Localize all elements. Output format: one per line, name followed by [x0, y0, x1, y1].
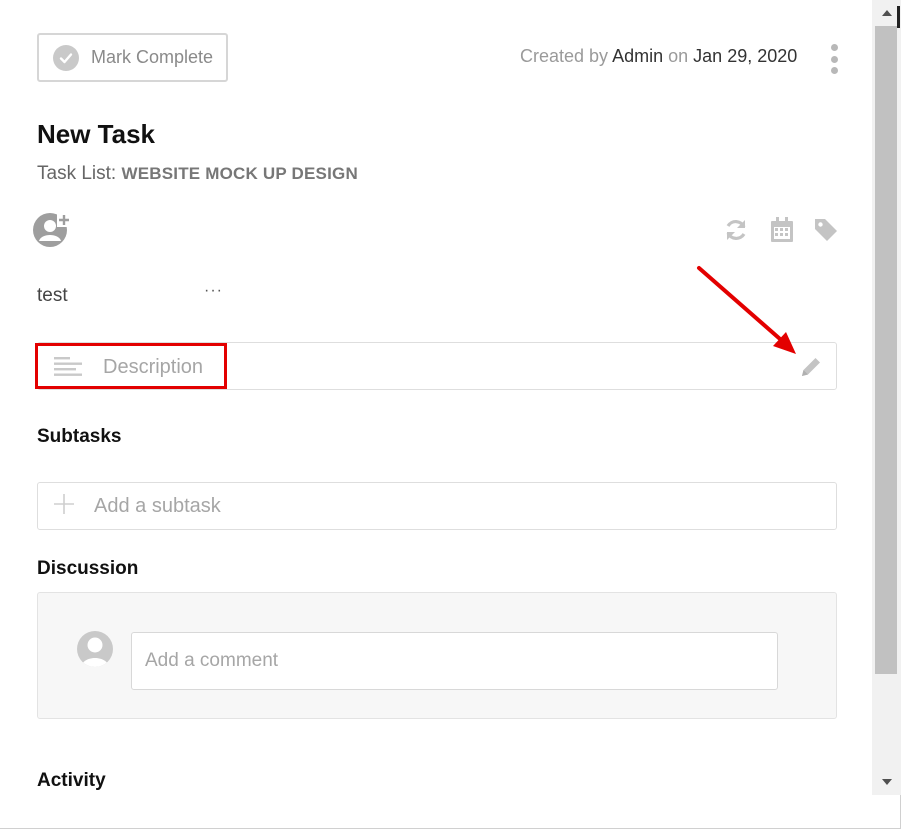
task-list-prefix: Task List: — [37, 163, 117, 184]
created-info: Created by Admin on Jan 29, 2020 — [520, 46, 797, 67]
discussion-area — [37, 592, 837, 719]
task-list-line: Task List: WEBSITE MOCK UP DESIGN — [37, 163, 358, 185]
check-circle-icon — [53, 44, 79, 71]
subtask-input[interactable] — [94, 483, 794, 529]
user-avatar-icon — [77, 631, 113, 667]
discussion-heading: Discussion — [37, 558, 139, 579]
tag-icon[interactable] — [812, 215, 840, 245]
plus-icon — [52, 492, 76, 516]
calendar-icon[interactable] — [768, 215, 796, 245]
mark-complete-label: Mark Complete — [91, 47, 214, 67]
vertical-scrollbar[interactable] — [872, 0, 901, 795]
kebab-menu-icon[interactable] — [827, 44, 841, 74]
subtasks-heading: Subtasks — [37, 426, 122, 447]
mark-complete-button[interactable]: Mark Complete — [37, 33, 228, 82]
add-user-icon[interactable] — [31, 211, 73, 247]
add-subtask-field[interactable] — [37, 482, 837, 530]
created-by-user: Admin — [612, 46, 664, 66]
task-detail-panel: Mark Complete Created by Admin on Jan 29… — [0, 0, 901, 829]
task-list-name[interactable]: WEBSITE MOCK UP DESIGN — [121, 164, 357, 183]
scroll-down-button[interactable] — [872, 769, 901, 795]
activity-heading: Activity — [37, 770, 106, 791]
highlight-box-annotation — [35, 343, 227, 389]
window-edge — [897, 6, 900, 28]
comment-input[interactable] — [131, 632, 778, 690]
task-title[interactable]: New Task — [37, 119, 155, 150]
created-date: Jan 29, 2020 — [693, 46, 798, 66]
created-prefix: Created by — [520, 46, 609, 66]
red-arrow-annotation — [697, 266, 796, 354]
created-on-word: on — [668, 46, 689, 66]
refresh-icon[interactable] — [722, 215, 750, 245]
scroll-thumb[interactable] — [875, 26, 897, 674]
custom-field-value[interactable]: test — [37, 285, 68, 307]
custom-field-more-button[interactable]: ··· — [204, 282, 223, 300]
